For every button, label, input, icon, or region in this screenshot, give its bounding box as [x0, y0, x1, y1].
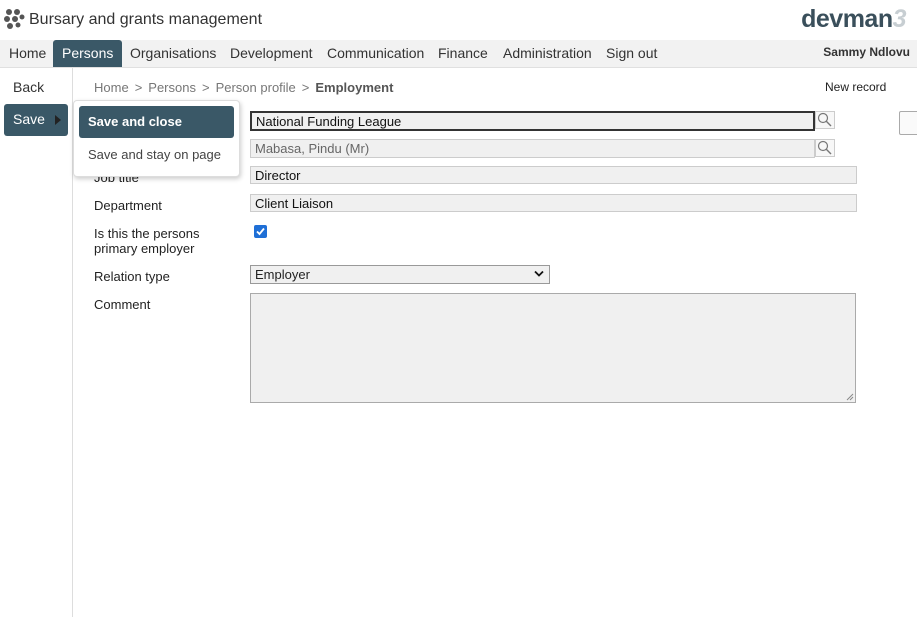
breadcrumb-persons[interactable]: Persons	[148, 80, 196, 95]
top-bar: Bursary and grants management devman3	[0, 0, 917, 40]
checkmark-icon	[256, 227, 265, 236]
breadcrumb: Home > Persons > Person profile > Employment	[94, 80, 394, 95]
resize-grip-icon[interactable]	[846, 393, 854, 401]
primary-employer-checkbox[interactable]	[254, 225, 267, 238]
save-menu: Save and close Save and stay on page	[73, 100, 240, 177]
brand-name: devman	[801, 5, 893, 33]
primary-employer-label-line1: Is this the persons	[94, 226, 200, 241]
search-icon	[817, 112, 832, 127]
primary-employer-label: Is this the persons primary employer	[94, 226, 200, 256]
brand-suffix: 3	[892, 5, 907, 33]
person-lookup-button[interactable]	[815, 139, 835, 157]
save-and-close-menu-item[interactable]: Save and close	[79, 106, 234, 138]
back-button[interactable]: Back	[13, 79, 44, 95]
new-record-link[interactable]: New record	[825, 80, 886, 94]
main-nav: Home Persons Organisations Development C…	[0, 40, 917, 68]
nav-finance[interactable]: Finance	[429, 40, 497, 67]
search-icon	[817, 140, 832, 155]
nav-sign-out[interactable]: Sign out	[597, 40, 666, 67]
brand-logo: devman3	[801, 5, 906, 34]
breadcrumb-home[interactable]: Home	[94, 80, 129, 95]
save-and-stay-menu-item[interactable]: Save and stay on page	[79, 139, 234, 171]
breadcrumb-current: Employment	[315, 80, 394, 95]
relation-type-value: Employer	[255, 267, 310, 282]
breadcrumb-person-profile[interactable]: Person profile	[216, 80, 296, 95]
app-logo-icon	[4, 9, 25, 29]
nav-administration[interactable]: Administration	[494, 40, 601, 67]
side-action-button[interactable]	[899, 111, 917, 135]
relation-type-select[interactable]: Employer	[250, 265, 550, 284]
chevron-down-icon	[534, 270, 544, 277]
nav-communication[interactable]: Communication	[318, 40, 433, 67]
user-name[interactable]: Sammy Ndlovu	[823, 40, 910, 64]
department-input[interactable]: Client Liaison	[250, 194, 857, 212]
nav-persons[interactable]: Persons	[53, 40, 123, 67]
comment-textarea[interactable]	[250, 293, 856, 403]
primary-employer-label-line2: primary employer	[94, 241, 195, 256]
organisation-input[interactable]: National Funding League	[250, 111, 815, 131]
organisation-lookup-button[interactable]	[815, 111, 835, 129]
nav-home[interactable]: Home	[0, 40, 55, 67]
app-title: Bursary and grants management	[29, 11, 263, 28]
comment-label: Comment	[94, 297, 151, 312]
relation-type-label: Relation type	[94, 269, 170, 284]
save-button-label: Save	[13, 111, 45, 127]
department-label: Department	[94, 198, 162, 213]
nav-organisations[interactable]: Organisations	[121, 40, 225, 67]
job-title-input[interactable]: Director	[250, 166, 857, 184]
save-button[interactable]: Save	[4, 104, 68, 136]
sidebar	[0, 68, 73, 617]
nav-development[interactable]: Development	[221, 40, 322, 67]
caret-right-icon	[55, 115, 61, 125]
person-input[interactable]: Mabasa, Pindu (Mr)	[250, 139, 815, 158]
